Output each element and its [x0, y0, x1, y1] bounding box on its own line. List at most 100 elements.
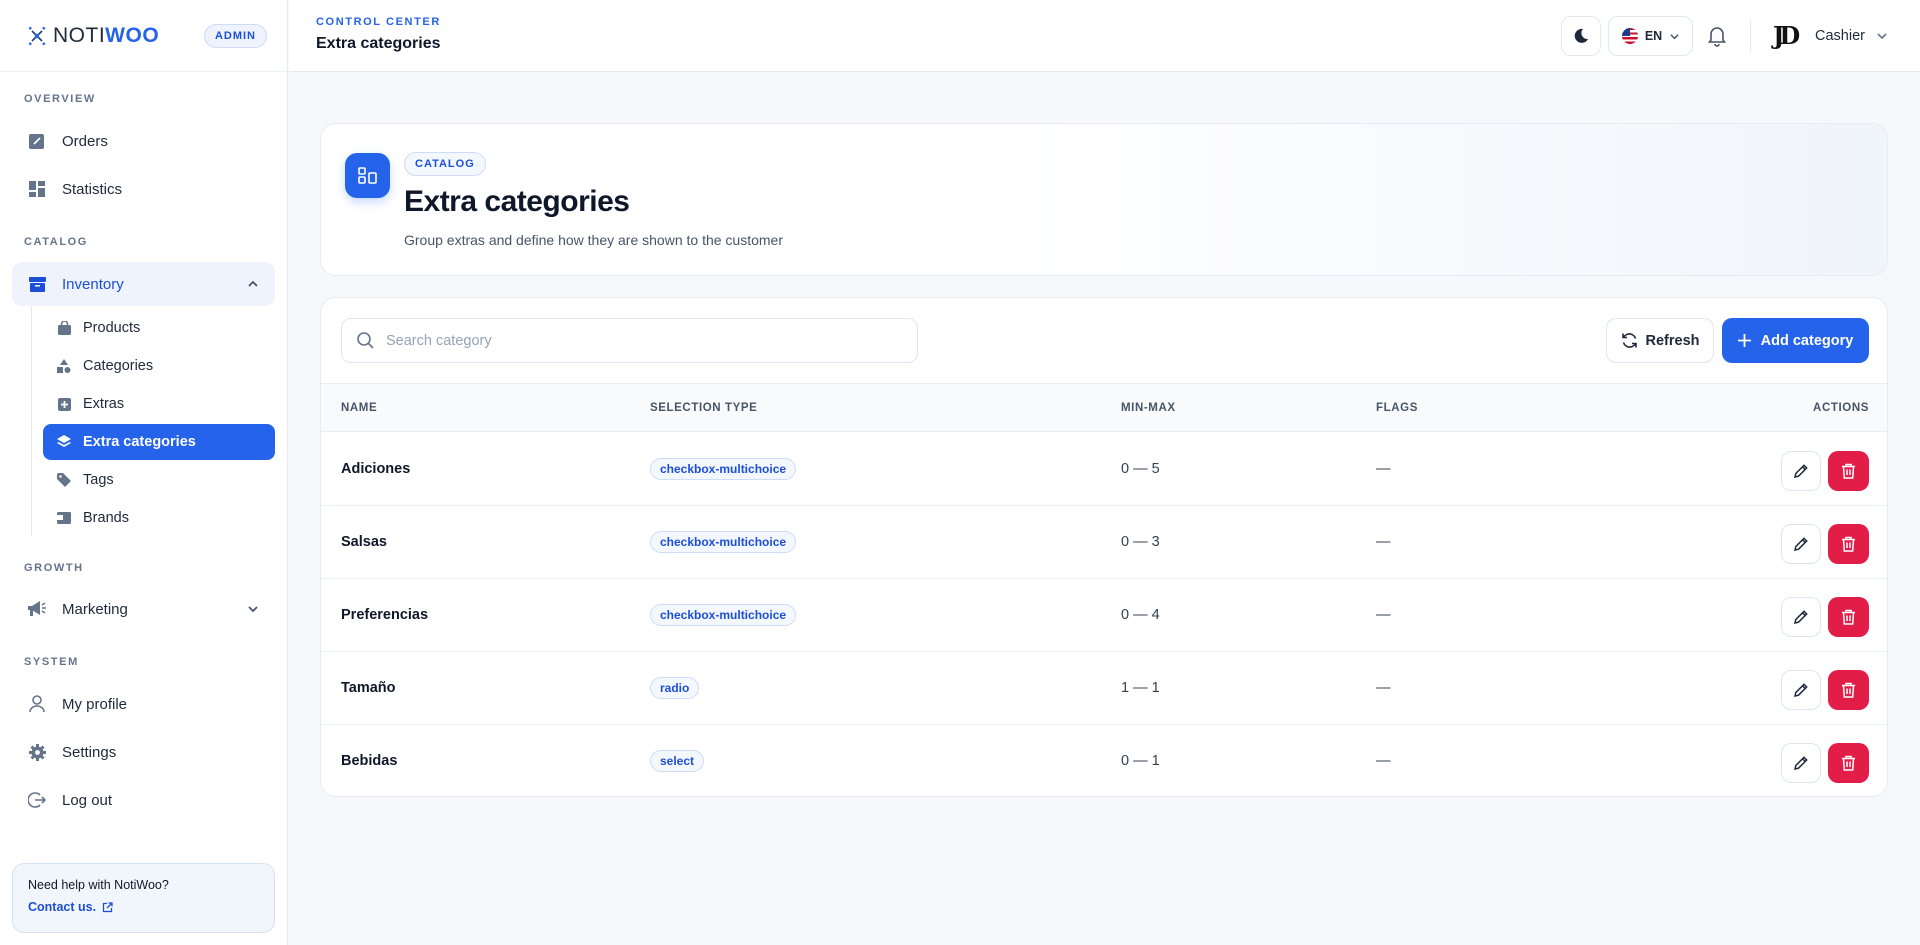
- table-header: NAME SELECTION TYPE MIN-MAX FLAGS ACTION…: [321, 383, 1887, 432]
- sidebar-item-settings[interactable]: Settings: [12, 730, 275, 774]
- refresh-button[interactable]: Refresh: [1606, 318, 1714, 363]
- logo-icon: [28, 26, 46, 45]
- refresh-label: Refresh: [1645, 332, 1700, 349]
- dashboard-icon: [28, 180, 46, 198]
- add-category-label: Add category: [1760, 332, 1854, 349]
- selection-type-badge: select: [650, 750, 705, 772]
- search-input[interactable]: [386, 332, 886, 349]
- sidebar-item-marketing[interactable]: Marketing: [12, 587, 275, 631]
- edit-button[interactable]: [1781, 670, 1821, 710]
- sidebar-item-extra-categories[interactable]: Extra categories: [43, 424, 275, 460]
- sidebar-item-label: Tags: [83, 472, 114, 488]
- min-max-value: 0 — 1: [1121, 753, 1160, 769]
- sidebar-item-label: Statistics: [62, 180, 123, 198]
- sidebar-item-label: Log out: [62, 791, 113, 809]
- logout-icon: [28, 791, 46, 809]
- gear-icon: [28, 743, 46, 761]
- bell-icon[interactable]: [1703, 22, 1731, 50]
- row-name: Preferencias: [341, 607, 429, 623]
- row-name: Tamaño: [341, 680, 396, 696]
- sidebar: NOTIWOO ADMIN OVERVIEW Orders Statistics…: [0, 0, 288, 945]
- delete-button[interactable]: [1828, 670, 1869, 710]
- trash-icon: [1842, 609, 1855, 625]
- table-row[interactable]: Preferencias checkbox-multichoice 0 — 4 …: [321, 579, 1887, 652]
- min-max-value: 1 — 1: [1121, 680, 1160, 696]
- sidebar-item-label: Extra categories: [83, 434, 196, 450]
- sidebar-item-logout[interactable]: Log out: [12, 778, 275, 822]
- chevron-down-icon: [1670, 33, 1679, 39]
- table-row[interactable]: Salsas checkbox-multichoice 0 — 3 —: [321, 506, 1887, 579]
- delete-button[interactable]: [1828, 451, 1869, 491]
- selection-type-badge: checkbox-multichoice: [650, 604, 797, 626]
- sidebar-item-orders[interactable]: Orders: [12, 119, 275, 163]
- flags-value: —: [1376, 680, 1391, 696]
- theme-toggle-button[interactable]: [1561, 16, 1601, 56]
- layers-icon: [57, 435, 71, 449]
- section-label-catalog: CATALOG: [24, 236, 88, 248]
- min-max-value: 0 — 3: [1121, 534, 1160, 550]
- sidebar-item-label: Settings: [62, 743, 117, 761]
- delete-button[interactable]: [1828, 524, 1869, 564]
- megaphone-icon: [28, 600, 46, 618]
- search-box[interactable]: [341, 318, 918, 363]
- language-selector[interactable]: EN: [1608, 16, 1693, 56]
- brand-name[interactable]: NOTIWOO: [53, 24, 159, 48]
- edit-button[interactable]: [1781, 743, 1821, 783]
- extra-categories-card: Refresh Add category NAME SELECTION TYPE…: [320, 297, 1888, 797]
- column-header-min-max[interactable]: MIN-MAX: [1121, 402, 1176, 414]
- page-title: Extra categories: [316, 35, 441, 52]
- brand: NOTIWOO ADMIN: [0, 0, 287, 72]
- sidebar-item-tags[interactable]: Tags: [43, 462, 275, 498]
- column-header-name[interactable]: NAME: [341, 402, 377, 414]
- section-label-system: SYSTEM: [24, 656, 79, 668]
- add-category-button[interactable]: Add category: [1722, 318, 1869, 363]
- sidebar-item-inventory[interactable]: Inventory: [12, 262, 275, 306]
- sidebar-item-products[interactable]: Products: [43, 310, 275, 346]
- contact-us-label: Contact us.: [28, 900, 97, 914]
- edit-button[interactable]: [1781, 597, 1821, 637]
- sidebar-item-categories[interactable]: Categories: [43, 348, 275, 384]
- table-row[interactable]: Tamaño radio 1 — 1 —: [321, 652, 1887, 725]
- sidebar-item-extras[interactable]: Extras: [43, 386, 275, 422]
- pencil-icon: [1794, 683, 1808, 697]
- edit-button[interactable]: [1781, 524, 1821, 564]
- flags-value: —: [1376, 607, 1391, 623]
- search-icon: [357, 332, 374, 349]
- sidebar-item-label: Extras: [83, 396, 125, 412]
- row-name: Adiciones: [341, 461, 411, 477]
- table-row[interactable]: Bebidas select 0 — 1 —: [321, 725, 1887, 796]
- chevron-down-icon[interactable]: [247, 603, 259, 615]
- sidebar-item-label: Orders: [62, 132, 108, 150]
- section-label-growth: GROWTH: [24, 562, 84, 574]
- min-max-value: 0 — 4: [1121, 607, 1160, 623]
- chevron-down-icon: [1877, 33, 1887, 40]
- chevron-up-icon[interactable]: [247, 278, 259, 290]
- selection-type-badge: checkbox-multichoice: [650, 531, 797, 553]
- sidebar-item-my-profile[interactable]: My profile: [12, 682, 275, 726]
- archive-icon: [28, 275, 46, 293]
- selection-type-badge: checkbox-multichoice: [650, 458, 797, 480]
- section-badge: CATALOG: [404, 152, 486, 176]
- sidebar-item-label: Categories: [83, 358, 154, 374]
- hero-title: Extra categories: [404, 185, 630, 218]
- pencil-icon: [1794, 537, 1808, 551]
- bag-icon: [57, 321, 71, 335]
- sidebar-item-statistics[interactable]: Statistics: [12, 167, 275, 211]
- column-header-selection-type[interactable]: SELECTION TYPE: [650, 402, 757, 414]
- column-header-flags[interactable]: FLAGS: [1376, 402, 1418, 414]
- contact-us-link[interactable]: Contact us.: [28, 900, 259, 914]
- pencil-icon: [1794, 756, 1808, 770]
- min-max-value: 0 — 5: [1121, 461, 1160, 477]
- user-menu[interactable]: JD Cashier: [1773, 22, 1887, 50]
- delete-button[interactable]: [1828, 597, 1869, 637]
- edit-button[interactable]: [1781, 451, 1821, 491]
- refresh-icon: [1621, 333, 1637, 348]
- delete-button[interactable]: [1828, 743, 1869, 783]
- external-link-icon: [102, 901, 113, 912]
- trash-icon: [1842, 463, 1855, 479]
- trash-icon: [1842, 755, 1855, 771]
- flags-value: —: [1376, 534, 1391, 550]
- sidebar-item-brands[interactable]: Brands: [43, 500, 275, 536]
- table-row[interactable]: Adiciones checkbox-multichoice 0 — 5 —: [321, 433, 1887, 506]
- plus-icon: [1737, 334, 1751, 347]
